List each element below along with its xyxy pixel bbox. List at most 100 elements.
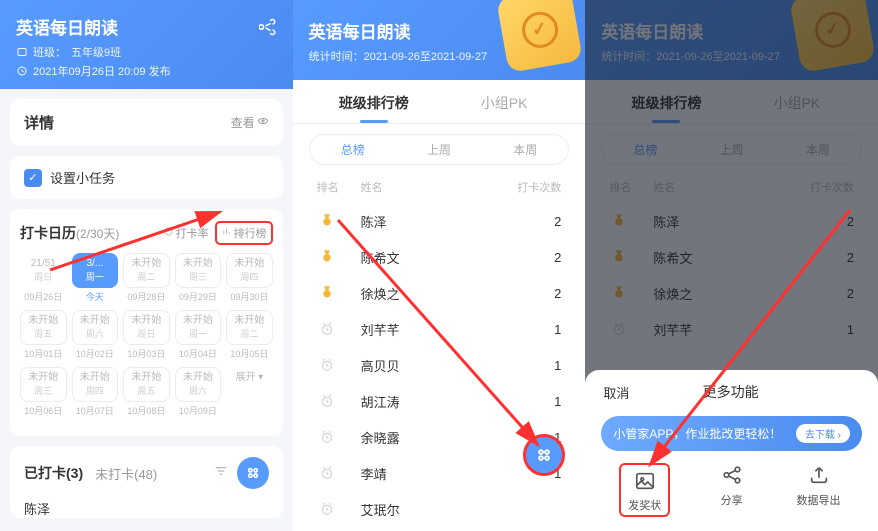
calendar-date: 10月06日: [20, 404, 67, 417]
col-count: 打卡次数: [513, 179, 561, 195]
download-button[interactable]: 去下载 ›: [796, 424, 850, 443]
rank-count: 2: [513, 286, 561, 301]
rank-row[interactable]: 艾珉尔: [293, 491, 586, 527]
app-title-2: 英语每日朗读: [309, 18, 526, 43]
calendar-cell[interactable]: 未开始周五: [20, 310, 67, 345]
rank-count: 2: [513, 250, 561, 265]
rank-count: 1: [513, 322, 561, 337]
header-panel-2: ✓ 英语每日朗读 统计时间：2021-09-26至2021-09-27: [293, 0, 586, 80]
apps-fab-highlighted[interactable]: [523, 434, 565, 476]
tab-unsigned[interactable]: 未打卡(48): [95, 464, 157, 483]
rank-count: 1: [513, 358, 561, 373]
tab-class-rank[interactable]: 班级排行榜: [309, 80, 439, 123]
action-share[interactable]: 分享: [688, 463, 775, 517]
stat-period: 统计时间：2021-09-26至2021-09-27: [309, 48, 526, 64]
publish-time: 2021年09月26日 20:09 发布: [33, 63, 171, 79]
rank-count: 1: [513, 394, 561, 409]
action-award[interactable]: 发奖状: [601, 463, 688, 517]
calendar-cell[interactable]: 未开始周三: [175, 253, 222, 288]
calendar-date: 今天: [72, 290, 119, 303]
task-card[interactable]: ✓ 设置小任务: [10, 156, 283, 199]
rank-row[interactable]: 高贝贝1: [293, 347, 586, 383]
calendar-date: 10月02日: [72, 347, 119, 360]
chart-icon: [163, 226, 174, 240]
subtab-this-week[interactable]: 本周: [482, 135, 568, 164]
checkbox-icon: ✓: [24, 169, 42, 187]
rank-row[interactable]: 徐焕之2: [293, 275, 586, 311]
period-tabs: 总榜 上周 本周: [309, 134, 570, 165]
col-name: 姓名: [361, 179, 514, 195]
action-export-label: 数据导出: [797, 492, 841, 508]
promo-banner[interactable]: 小管家APP，作业批改更轻松！ 去下载 ›: [601, 416, 862, 451]
calendar-cell[interactable]: 未开始周一: [175, 310, 222, 345]
calendar-date: 09月29日: [175, 290, 222, 303]
tab-group-pk[interactable]: 小组PK: [439, 80, 569, 123]
calendar-card: 打卡日历(2/30天) 打卡率 排行榜 21/51周日3/...周一未开始周二: [10, 209, 283, 436]
calendar-cell[interactable]: 3/...周一: [72, 253, 119, 288]
medal-icon: [317, 247, 337, 267]
tab-signed[interactable]: 已打卡(3): [24, 463, 83, 483]
task-label: 设置小任务: [50, 168, 115, 187]
rank-count: 2: [513, 214, 561, 229]
rank-row[interactable]: 胡江涛1: [293, 383, 586, 419]
medal-icon: [317, 211, 337, 231]
calendar-cell[interactable]: 未开始周日: [123, 310, 170, 345]
calendar-date: 10月05日: [226, 347, 273, 360]
rank-name: 余晓露: [361, 428, 514, 447]
calendar-date: 09月30日: [226, 290, 273, 303]
bottom-sheet: 取消 更多功能 小管家APP，作业批改更轻松！ 去下载 › 发奖状: [585, 370, 878, 531]
apps-fab[interactable]: [237, 457, 269, 489]
filter-icon[interactable]: [213, 463, 229, 484]
calendar-date: 10月07日: [72, 404, 119, 417]
main-tabs: 班级排行榜 小组PK: [293, 80, 586, 124]
student-name[interactable]: 陈泽: [24, 499, 269, 518]
share-icon[interactable]: [259, 18, 277, 36]
rank-name: 胡江涛: [361, 392, 514, 411]
signed-card: 已打卡(3) 未打卡(48) 陈泽: [10, 446, 283, 518]
rank-name: 陈希文: [361, 248, 514, 267]
calendar-cell[interactable]: 未开始周二: [226, 310, 273, 345]
rank-row[interactable]: 陈希文2: [293, 239, 586, 275]
detail-more[interactable]: 查看: [231, 114, 269, 131]
rank-row[interactable]: 刘芊芊1: [293, 311, 586, 347]
class-value: 五年级9班: [71, 44, 121, 60]
banner-text: 小管家APP，作业批改更轻松！: [613, 425, 781, 442]
calendar-days: (2/30天): [76, 227, 119, 241]
calendar-date: 10月03日: [123, 347, 170, 360]
calendar-date: 09月26日: [20, 290, 67, 303]
eye-icon: [257, 115, 269, 130]
col-rank: 排名: [317, 179, 361, 195]
rank-row[interactable]: 陈泽2: [293, 203, 586, 239]
alarm-icon: [317, 499, 337, 519]
calendar-cell[interactable]: 未开始周四: [72, 367, 119, 402]
calendar-cell[interactable]: 未开始周五: [123, 367, 170, 402]
calendar-date: 09月28日: [123, 290, 170, 303]
calendar-date: 10月08日: [123, 404, 170, 417]
action-export[interactable]: 数据导出: [775, 463, 862, 517]
calendar-expand[interactable]: 展开 ▾: [226, 367, 273, 402]
action-award-label: 发奖状: [628, 497, 661, 513]
cancel-button[interactable]: 取消: [603, 383, 629, 402]
calendar-cell[interactable]: 未开始周六: [72, 310, 119, 345]
alarm-icon: [317, 355, 337, 375]
share-icon: [720, 463, 744, 487]
subtab-last-week[interactable]: 上周: [396, 135, 482, 164]
rank-icon: [221, 226, 232, 240]
tab-ranking[interactable]: 排行榜: [215, 221, 273, 245]
rank-name: 徐焕之: [361, 284, 514, 303]
calendar-date: 10月01日: [20, 347, 67, 360]
tab-rate[interactable]: 打卡率: [163, 225, 209, 241]
calendar-cell[interactable]: 21/51周日: [20, 253, 67, 288]
calendar-cell[interactable]: 未开始周三: [20, 367, 67, 402]
class-label: 班级：: [33, 44, 66, 60]
action-share-label: 分享: [721, 492, 743, 508]
subtab-all[interactable]: 总榜: [310, 135, 396, 164]
calendar-cell[interactable]: 未开始周六: [175, 367, 222, 402]
export-icon: [807, 463, 831, 487]
calendar-cell[interactable]: 未开始周四: [226, 253, 273, 288]
alarm-icon: [317, 319, 337, 339]
detail-card[interactable]: 详情 查看: [10, 99, 283, 146]
calendar-cell[interactable]: 未开始周二: [123, 253, 170, 288]
rank-name: 刘芊芊: [361, 320, 514, 339]
image-icon: [633, 469, 657, 493]
